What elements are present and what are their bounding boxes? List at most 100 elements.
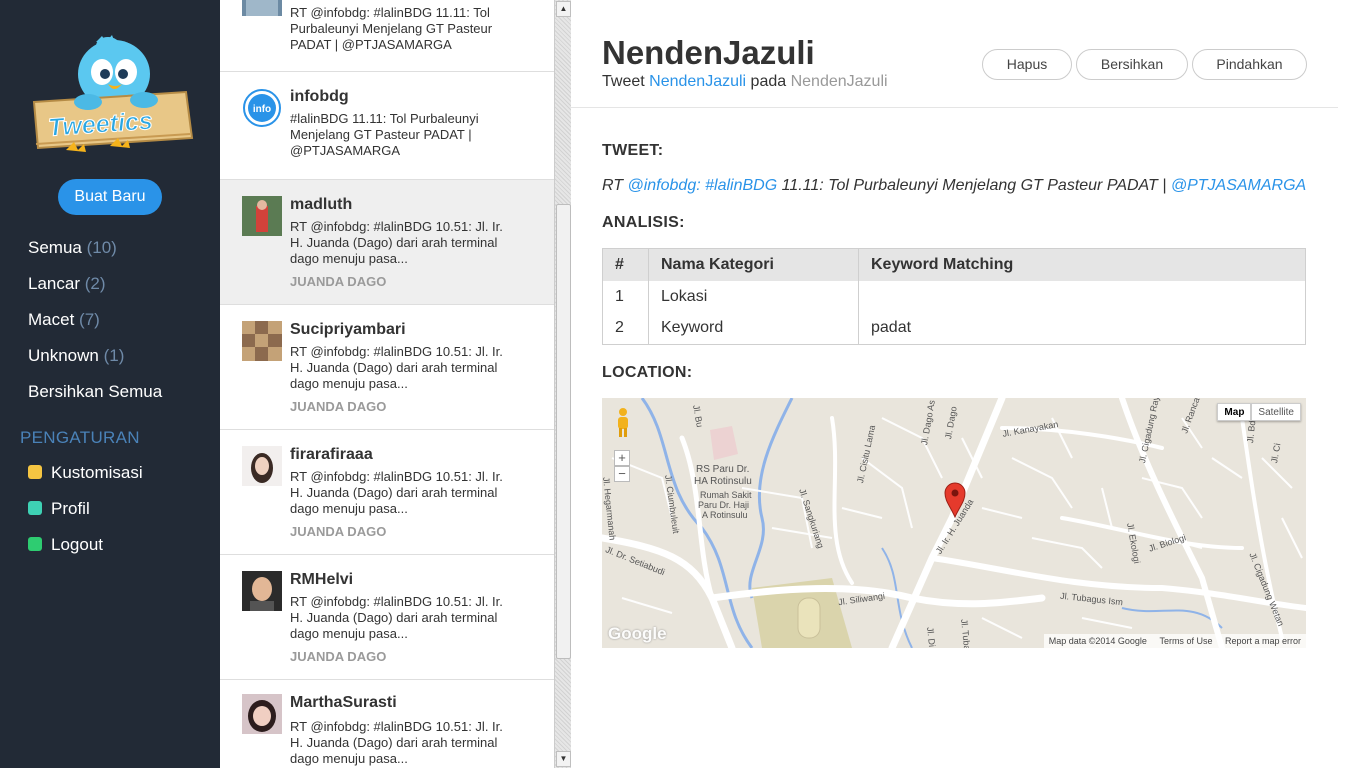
terms-link[interactable]: Terms of Use: [1159, 636, 1212, 646]
nav-count: (2): [84, 274, 106, 293]
tweet-location: JUANDA DAGO: [290, 649, 387, 664]
subtitle-user-link[interactable]: NendenJazuli: [649, 73, 746, 90]
google-logo[interactable]: Google: [608, 624, 667, 644]
nav-item-semua[interactable]: Semua (10): [28, 238, 208, 258]
list-scrollbar[interactable]: ▲ ▼: [554, 0, 571, 768]
tweet-text: RT @infobdg: #lalinBDG 11.11: Tol Purbale…: [290, 5, 493, 52]
table-header-row: # Nama Kategori Keyword Matching: [602, 248, 1306, 281]
avatar: info: [242, 88, 282, 128]
list-item[interactable]: Sucipriyambari RT @infobdg: #lalinBDG 10…: [220, 305, 554, 430]
teal-square-icon: [28, 501, 42, 515]
table-cell: padat: [871, 319, 912, 337]
tweet-list: RT @infobdg: #lalinBDG 11.11: Tol Purbale…: [220, 0, 554, 768]
table-cell: 1: [602, 280, 649, 313]
table-header: Keyword Matching: [858, 248, 1306, 281]
mention-link[interactable]: @infobdg:: [627, 177, 700, 194]
tweet-detail: NendenJazuli Tweet NendenJazuli pada Nen…: [571, 0, 1366, 768]
nav-label: Bersihkan Semua: [28, 382, 163, 401]
divider: [571, 107, 1338, 108]
user-name: madluth: [290, 196, 353, 213]
street-view-pegman-icon[interactable]: [614, 406, 632, 438]
report-error-link[interactable]: Report a map error: [1225, 636, 1301, 646]
settings-label: Logout: [51, 535, 103, 554]
list-item[interactable]: RMHelvi RT @infobdg: #lalinBDG 10.51: Jl…: [220, 555, 554, 680]
avatar: [242, 321, 282, 361]
tweet-text: RT @infobdg: #lalinBDG 10.51: Jl. Ir. H. …: [290, 219, 503, 266]
table-cell: 2: [602, 312, 649, 345]
tweet-prefix: RT: [602, 177, 628, 194]
detail-subtitle: Tweet NendenJazuli pada NendenJazuli: [602, 73, 888, 91]
map-label: Jl. Di: [925, 626, 938, 648]
map-label: HA Rotinsulu: [694, 476, 752, 487]
map-label: Rumah Sakit: [700, 490, 752, 500]
nav-count: (7): [79, 310, 100, 329]
tweet-text: RT @infobdg: #lalinBDG 10.51: Jl. Ir. H. …: [290, 344, 503, 391]
scrollbar-thumb[interactable]: [556, 204, 571, 659]
avatar: [242, 446, 282, 486]
map-label: A Rotinsulu: [702, 510, 748, 520]
map-type-control: Map Satellite: [1217, 403, 1301, 421]
new-button[interactable]: Buat Baru: [58, 179, 162, 215]
hashtag-link[interactable]: #lalinBDG: [705, 177, 777, 194]
mention-link[interactable]: @PTJASAMARGA: [1171, 177, 1306, 194]
scroll-down-arrow-icon[interactable]: ▼: [556, 751, 571, 767]
page-title: NendenJazuli: [602, 34, 815, 71]
nav-item-lancar[interactable]: Lancar (2): [28, 274, 208, 294]
nav-count: (1): [103, 346, 125, 365]
settings-item-logout[interactable]: Logout: [28, 535, 103, 555]
map-type-map-button[interactable]: Map: [1217, 403, 1252, 421]
avatar: [242, 196, 282, 236]
nav-label: Unknown: [28, 346, 99, 365]
list-item[interactable]: MarthaSurasti RT @infobdg: #lalinBDG 10.…: [220, 680, 554, 768]
zoom-in-icon[interactable]: +: [614, 450, 630, 466]
tweet-body-text: 11.11: Tol Purbaleunyi Menjelang GT Past…: [777, 177, 1171, 194]
map-footer: Map data ©2014 Google Terms of Use Repor…: [1043, 634, 1306, 648]
tweet-text: RT @infobdg: #lalinBDG 10.51: Jl. Ir. H. …: [290, 594, 503, 641]
subtitle-prefix: Tweet: [602, 73, 645, 90]
tweet-body: RT @infobdg: #lalinBDG 11.11: Tol Purbal…: [602, 177, 1306, 195]
green-square-icon: [28, 537, 42, 551]
list-item[interactable]: RT @infobdg: #lalinBDG 11.11: Tol Purbale…: [220, 0, 554, 72]
analysis-table: # Nama Kategori Keyword Matching 1 Lokas…: [602, 248, 1306, 345]
avatar: [242, 571, 282, 611]
nav-item-unknown[interactable]: Unknown (1): [28, 346, 208, 366]
user-name: RMHelvi: [290, 571, 354, 588]
analysis-heading: ANALISIS:: [602, 214, 685, 231]
scroll-up-arrow-icon[interactable]: ▲: [556, 1, 571, 17]
subtitle-place: NendenJazuli: [790, 73, 888, 90]
zoom-out-icon[interactable]: −: [614, 466, 630, 482]
svg-text:info: info: [253, 104, 271, 115]
subtitle-mid: pada: [750, 73, 787, 90]
tweet-heading: TWEET:: [602, 142, 664, 159]
location-heading: LOCATION:: [602, 364, 693, 381]
location-map[interactable]: RS Paru Dr. HA Rotinsulu Rumah Sakit Par…: [602, 398, 1306, 648]
tweet-location: JUANDA DAGO: [290, 274, 387, 289]
settings-item-profile[interactable]: Profil: [28, 499, 90, 519]
map-label: Paru Dr. Haji: [698, 500, 750, 510]
table-row: 2 Keyword padat: [602, 312, 1306, 345]
list-item[interactable]: info infobdg #lalinBDG 11.11: Tol Purbal…: [220, 72, 554, 180]
location-marker-icon[interactable]: [944, 482, 966, 519]
nav-item-clear-all[interactable]: Bersihkan Semua: [28, 382, 208, 402]
nav-count: (10): [86, 238, 117, 257]
nav-item-macet[interactable]: Macet (7): [28, 310, 208, 330]
move-button[interactable]: Pindahkan: [1192, 49, 1307, 80]
tweet-text: #lalinBDG 11.11: Tol Purbaleunyi Menjelan…: [290, 111, 479, 158]
clear-button[interactable]: Bersihkan: [1076, 49, 1188, 80]
tweet-text: RT @infobdg: #lalinBDG 10.51: Jl. Ir. H. …: [290, 469, 503, 516]
avatar: [242, 694, 282, 734]
settings-label: Kustomisasi: [51, 463, 143, 482]
settings-label: Profil: [51, 499, 90, 518]
map-type-satellite-button[interactable]: Satellite: [1251, 403, 1301, 421]
table-row: 1 Lokasi: [602, 280, 1306, 313]
tweetics-logo[interactable]: Tweetics: [26, 34, 194, 158]
tweet-location: JUANDA DAGO: [290, 524, 387, 539]
tweet-location: JUANDA DAGO: [290, 399, 387, 414]
list-item[interactable]: firarafiraaa RT @infobdg: #lalinBDG 10.5…: [220, 430, 554, 555]
table-header: Nama Kategori: [648, 248, 859, 281]
list-item[interactable]: madluth RT @infobdg: #lalinBDG 10.51: Jl…: [220, 180, 554, 305]
delete-button[interactable]: Hapus: [982, 49, 1072, 80]
avatar: [242, 0, 282, 16]
sidebar: Tweetics Buat Baru Semua (10) Lancar (2)…: [0, 0, 220, 768]
settings-item-customize[interactable]: Kustomisasi: [28, 463, 143, 483]
